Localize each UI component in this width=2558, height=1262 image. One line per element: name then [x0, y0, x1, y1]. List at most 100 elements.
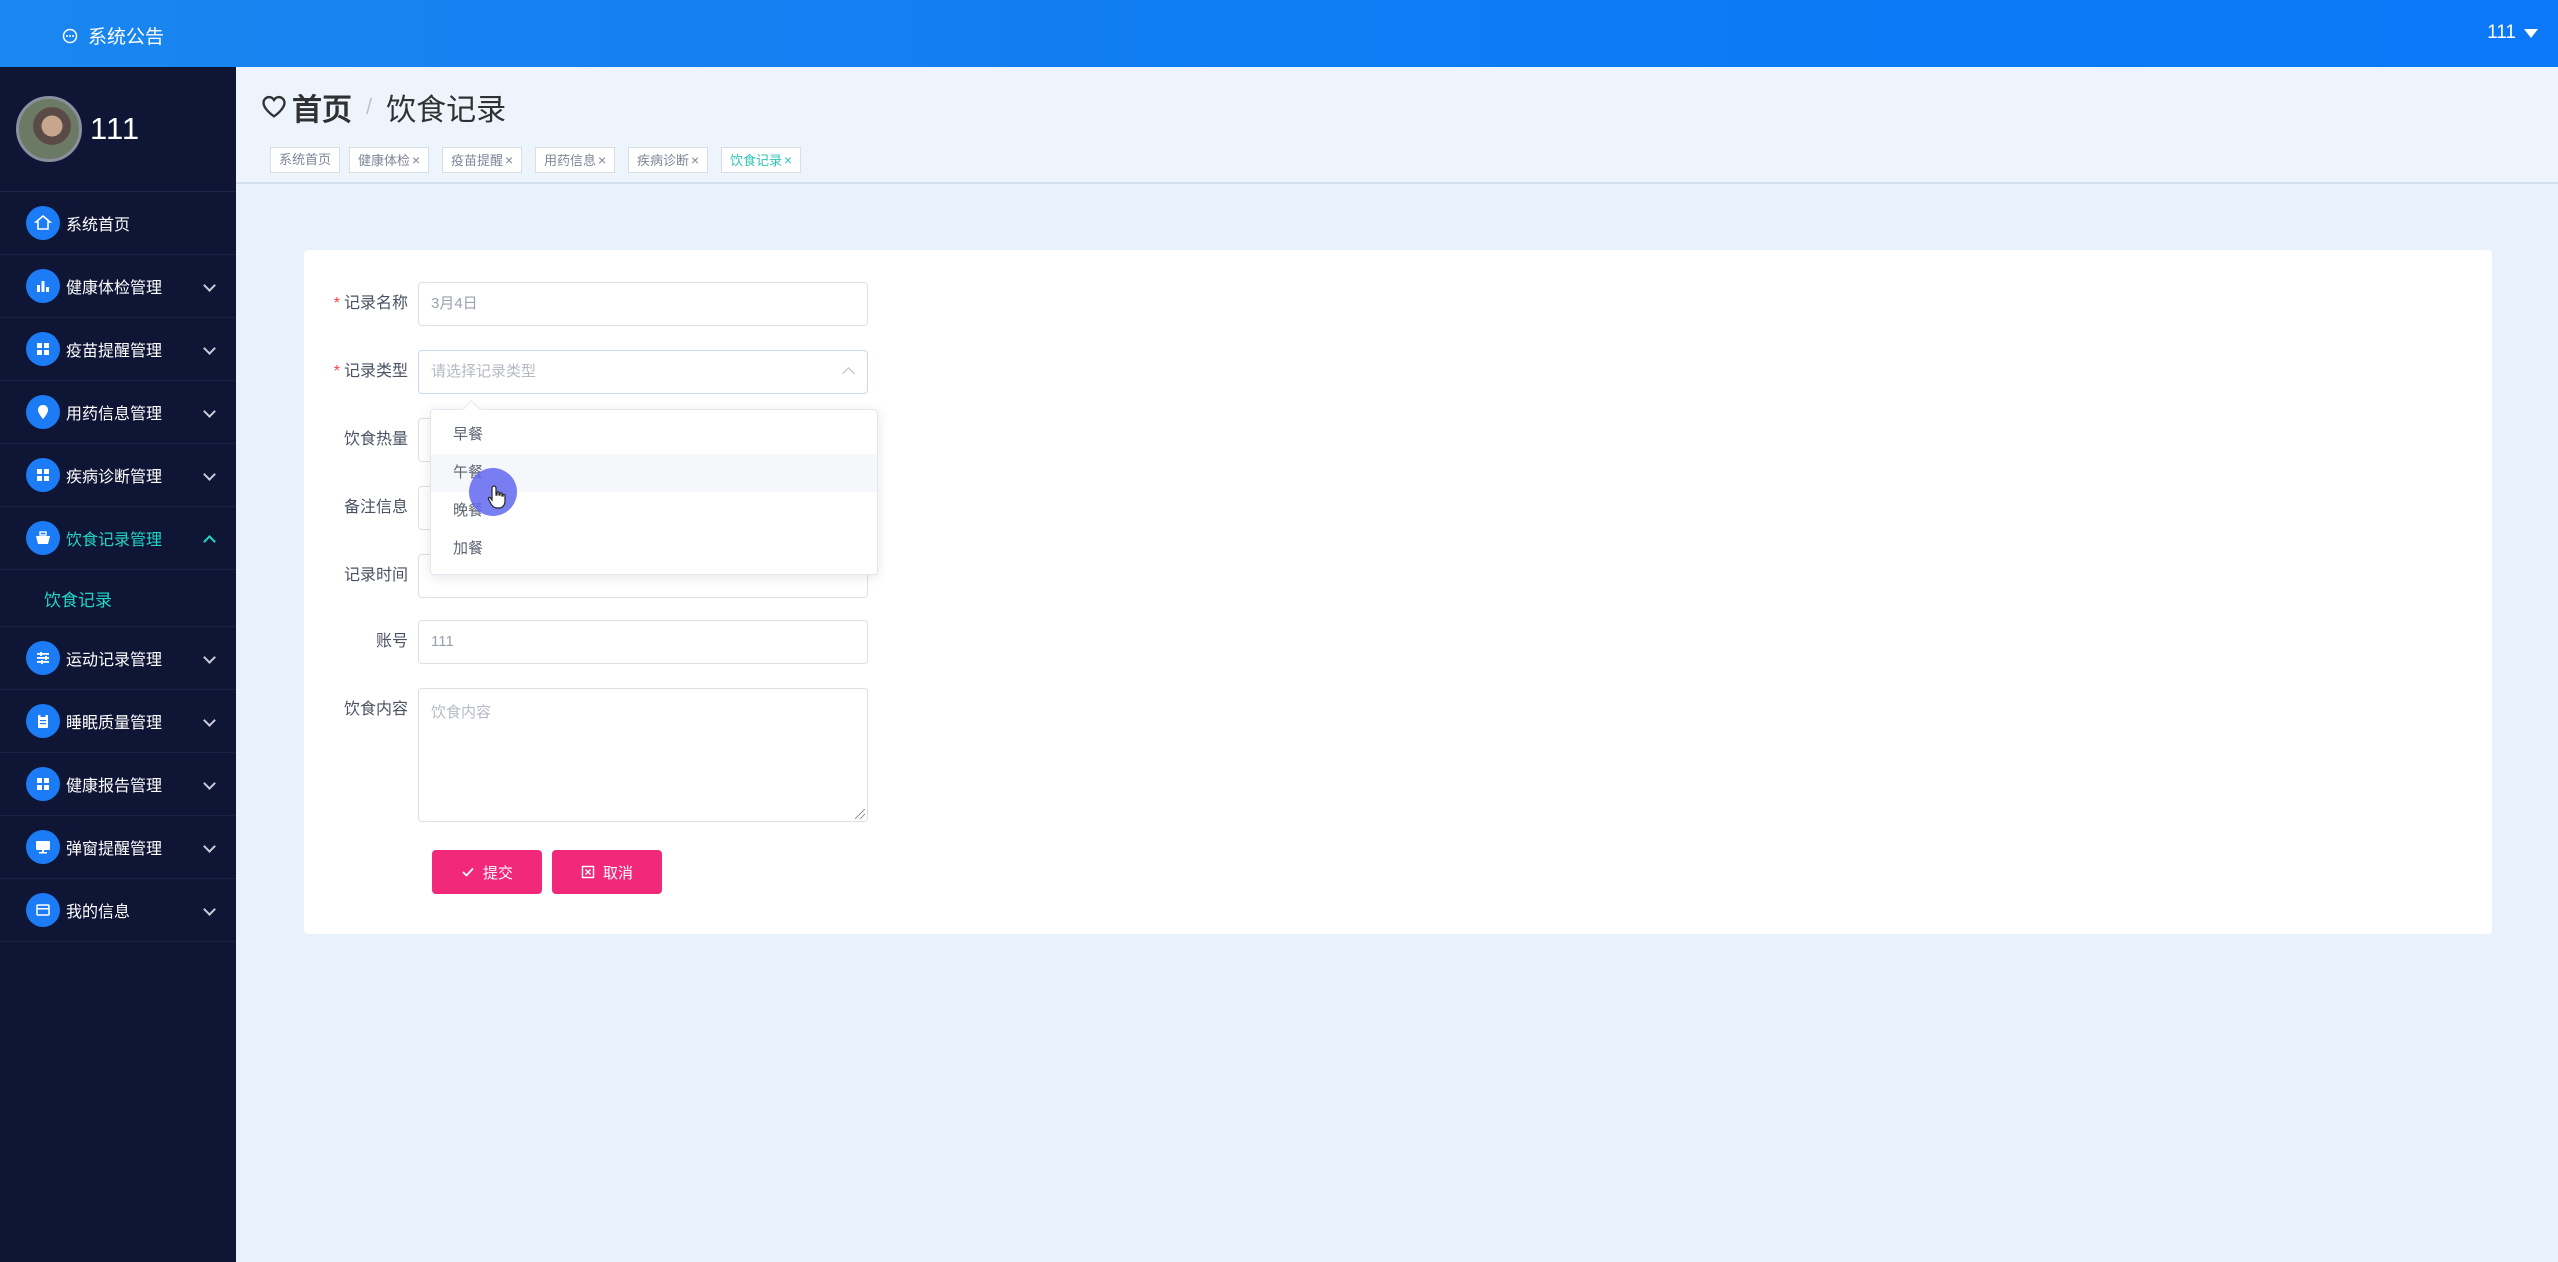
submit-label: 提交: [482, 864, 513, 882]
chevron-down-icon: [203, 468, 216, 481]
caret-down-icon: [2524, 28, 2538, 38]
clipboard-icon: [26, 704, 60, 738]
sidebar-item-health-report[interactable]: 健康报告管理: [0, 753, 236, 816]
system-notice-link[interactable]: 系统公告: [62, 22, 164, 49]
content-label: 饮食内容: [343, 701, 408, 718]
sidebar-item-label: 饮食记录管理: [66, 532, 163, 549]
breadcrumb-home[interactable]: 首页: [292, 85, 352, 129]
sidebar: 111 系统首页 健康体检管理 疫苗提醒管理 用药信息管理 疾病诊断管理 饮食记…: [0, 67, 236, 1262]
sidebar-item-health-checkup[interactable]: 健康体检管理: [0, 255, 236, 318]
sidebar-item-label: 健康体检管理: [66, 280, 163, 297]
chevron-down-icon: [203, 840, 216, 853]
sidebar-item-label: 疾病诊断管理: [66, 469, 163, 486]
content-placeholder: 饮食内容: [431, 704, 492, 721]
record-type-label: * 记录类型: [333, 363, 408, 380]
system-notice-label: 系统公告: [88, 27, 165, 48]
chevron-down-icon: [203, 714, 216, 727]
content-row: 饮食内容 饮食内容: [304, 688, 868, 822]
avatar: [16, 96, 82, 162]
sidebar-item-label: 系统首页: [66, 217, 131, 234]
bar-chart-icon: [26, 269, 60, 303]
sidebar-item-label: 睡眠质量管理: [66, 715, 163, 732]
record-name-label: * 记录名称: [333, 295, 408, 312]
cancel-label: 取消: [602, 864, 633, 882]
sidebar-item-label: 我的信息: [66, 904, 131, 921]
close-icon[interactable]: ×: [691, 152, 699, 168]
close-icon[interactable]: ×: [784, 152, 792, 168]
chat-bubble-icon: [62, 28, 78, 43]
sidebar-item-sleep[interactable]: 睡眠质量管理: [0, 690, 236, 753]
option-breakfast[interactable]: 早餐: [431, 416, 877, 454]
sidebar-item-diagnosis[interactable]: 疾病诊断管理: [0, 444, 236, 507]
sidebar-item-vaccine[interactable]: 疫苗提醒管理: [0, 318, 236, 381]
tag-diagnosis[interactable]: 疾病诊断 ×: [628, 147, 709, 173]
record-type-select[interactable]: 请选择记录类型: [418, 350, 868, 394]
chevron-down-icon: [203, 342, 216, 355]
tag-label: 系统首页: [279, 152, 332, 167]
form-card: * 记录名称 3月4日 * 记录类型 请选择记录类型 饮食热量 备注信息 记录时间 …: [304, 250, 2492, 934]
submit-button[interactable]: 提交: [432, 850, 542, 894]
chevron-down-icon: [203, 279, 216, 292]
submenu-item-diet-record[interactable]: 饮食记录: [0, 570, 236, 627]
chevron-down-icon: [203, 903, 216, 916]
sidebar-item-label: 弹窗提醒管理: [66, 841, 163, 858]
tag-vaccine[interactable]: 疫苗提醒 ×: [442, 147, 523, 173]
profile: 111: [0, 67, 236, 192]
grid-icon: [26, 767, 60, 801]
tag-home[interactable]: 系统首页: [270, 147, 341, 173]
heart-icon: [262, 95, 286, 118]
record-time-label: 记录时间: [343, 567, 408, 584]
content-textarea[interactable]: 饮食内容: [418, 688, 868, 822]
notes-label: 备注信息: [343, 499, 408, 516]
page-header: 首页 / 饮食记录: [236, 67, 2558, 142]
tag-health-checkup[interactable]: 健康体检 ×: [349, 147, 430, 173]
location-icon: [26, 395, 60, 429]
close-icon[interactable]: ×: [598, 152, 606, 168]
account-label: 账号: [375, 633, 408, 650]
grid-icon: [26, 458, 60, 492]
record-name-input[interactable]: 3月4日: [418, 282, 868, 326]
sidebar-item-diet[interactable]: 饮食记录管理: [0, 507, 236, 570]
account-input[interactable]: 111: [418, 620, 868, 664]
chevron-down-icon: [203, 777, 216, 790]
tag-diet-record[interactable]: 饮食记录 ×: [721, 147, 802, 173]
check-icon: [462, 867, 474, 877]
sidebar-item-medication[interactable]: 用药信息管理: [0, 381, 236, 444]
sliders-icon: [26, 641, 60, 675]
sidebar-item-label: 运动记录管理: [66, 652, 163, 669]
tag-label: 健康体检: [358, 153, 411, 168]
user-menu[interactable]: 111: [2487, 22, 2538, 44]
option-snack[interactable]: 加餐: [431, 530, 877, 568]
chevron-up-icon: [842, 367, 855, 380]
tags-view: 系统首页 健康体检 × 疫苗提醒 × 用药信息 × 疾病诊断 × 饮食记录 ×: [236, 142, 2558, 184]
tag-medication[interactable]: 用药信息 ×: [535, 147, 616, 173]
sidebar-item-home[interactable]: 系统首页: [0, 192, 236, 255]
resize-handle-icon[interactable]: [855, 809, 865, 819]
breadcrumb: 首页 / 饮食记录: [260, 85, 506, 129]
close-icon[interactable]: ×: [412, 152, 420, 168]
hand-pointer-icon: [487, 485, 506, 509]
home-icon: [26, 206, 60, 240]
close-icon[interactable]: ×: [505, 152, 513, 168]
sidebar-item-my-info[interactable]: 我的信息: [0, 879, 236, 942]
chevron-up-icon: [203, 535, 216, 548]
chevron-down-icon: [203, 405, 216, 418]
card-icon: [26, 893, 60, 927]
breadcrumb-separator: /: [366, 94, 373, 119]
tag-label: 疫苗提醒: [451, 153, 504, 168]
top-bar: 系统公告 111: [0, 0, 2558, 67]
user-name: 111: [2487, 22, 2516, 43]
record-name-row: * 记录名称 3月4日: [304, 282, 868, 326]
tag-label: 疾病诊断: [637, 153, 690, 168]
tag-label: 饮食记录: [730, 153, 783, 168]
sidebar-item-exercise[interactable]: 运动记录管理: [0, 627, 236, 690]
breadcrumb-current: 饮食记录: [386, 94, 507, 127]
chevron-down-icon: [203, 651, 216, 664]
sidebar-item-label: 疫苗提醒管理: [66, 343, 163, 360]
sidebar-item-popup-reminder[interactable]: 弹窗提醒管理: [0, 816, 236, 879]
submenu-item-label: 饮食记录: [44, 590, 112, 610]
basket-icon: [26, 521, 60, 555]
cancel-button[interactable]: 取消: [552, 850, 662, 894]
grid-icon: [26, 332, 60, 366]
calories-label: 饮食热量: [343, 431, 408, 448]
